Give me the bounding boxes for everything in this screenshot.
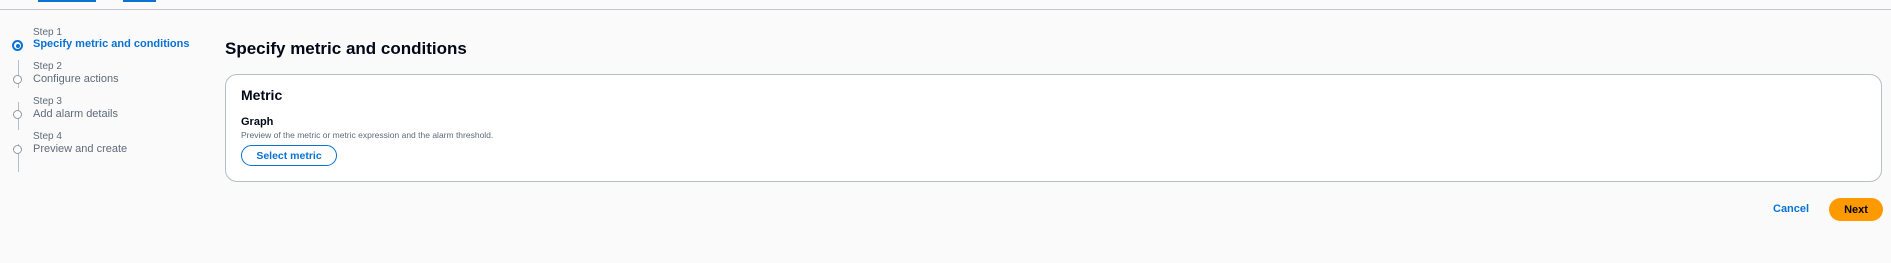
graph-description: Preview of the metric or metric expressi… xyxy=(241,130,494,140)
next-button[interactable]: Next xyxy=(1829,198,1883,221)
step-label[interactable]: Preview and create xyxy=(33,143,127,155)
page-title: Specify metric and conditions xyxy=(225,39,467,58)
step-number: Step 3 xyxy=(33,96,62,107)
step-label[interactable]: Specify metric and conditions xyxy=(33,38,189,50)
card-title: Metric xyxy=(241,87,283,103)
cancel-button[interactable]: Cancel xyxy=(1773,203,1809,215)
graph-label: Graph xyxy=(241,116,274,128)
wizard-steps-nav: Step 1 Specify metric and conditions Ste… xyxy=(0,0,200,263)
step-circle-icon xyxy=(13,75,22,84)
metric-card: Metric Graph Preview of the metric or me… xyxy=(225,74,1882,182)
top-divider xyxy=(0,9,1891,10)
step-number: Step 2 xyxy=(33,61,62,72)
step-circle-icon xyxy=(13,110,22,119)
step-label[interactable]: Configure actions xyxy=(33,73,119,85)
step-label[interactable]: Add alarm details xyxy=(33,108,118,120)
select-metric-button[interactable]: Select metric xyxy=(241,145,337,166)
step-number: Step 1 xyxy=(33,27,62,38)
step-circle-icon xyxy=(13,145,22,154)
step-current-indicator-icon xyxy=(12,40,23,51)
step-number: Step 4 xyxy=(33,131,62,142)
